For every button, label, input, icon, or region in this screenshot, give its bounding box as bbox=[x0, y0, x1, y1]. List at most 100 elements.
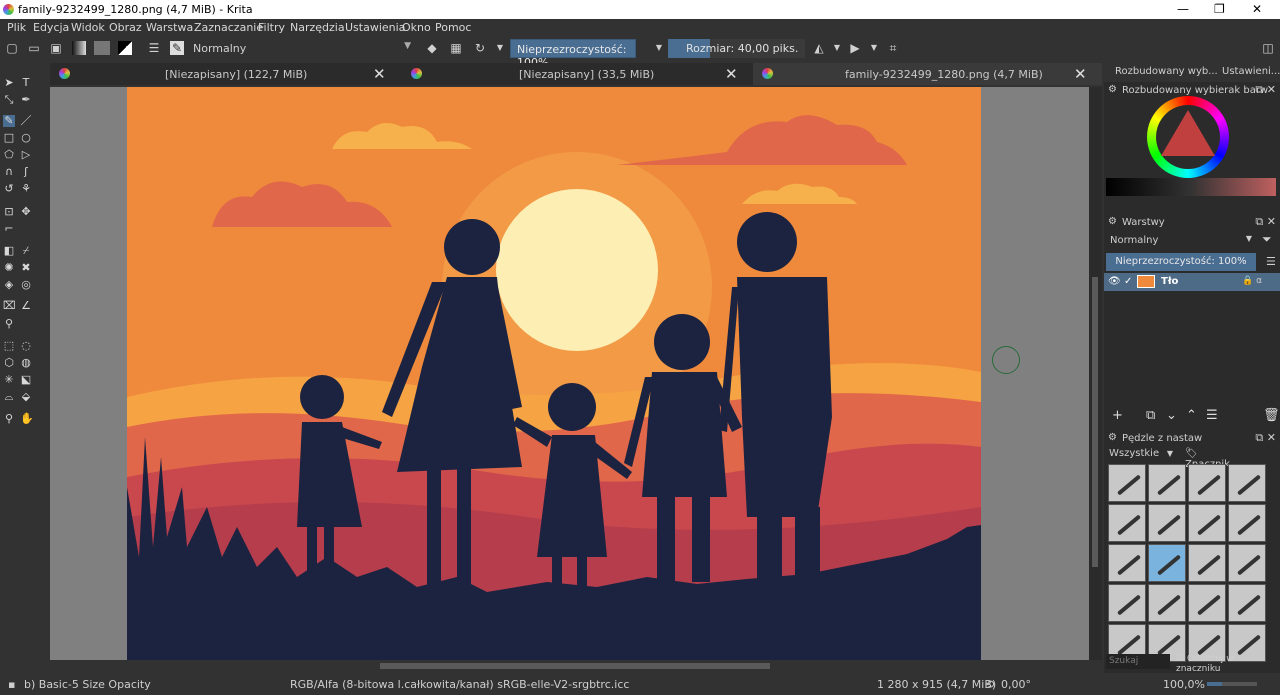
reference-tool-icon[interactable]: ⚲ bbox=[3, 318, 15, 330]
move-down-icon[interactable]: ⌄ bbox=[1166, 408, 1177, 423]
filter-in-tag-checkbox[interactable]: ☑ Odfiltruj w znaczniku bbox=[1176, 654, 1280, 674]
layer-properties-icon[interactable]: ☰ bbox=[1206, 408, 1218, 423]
close-icon[interactable]: ✕ bbox=[1252, 2, 1262, 16]
brush-preset[interactable] bbox=[1148, 504, 1186, 542]
bezier-select-icon[interactable]: ⌓ bbox=[3, 391, 15, 403]
add-layer-icon[interactable]: + bbox=[1112, 408, 1123, 423]
brush-settings-icon[interactable]: ☰ bbox=[147, 41, 161, 55]
gradient-tool-icon[interactable]: ◧ bbox=[3, 245, 15, 257]
similar-select-icon[interactable]: ⬕ bbox=[20, 374, 32, 386]
brush-preset[interactable] bbox=[1228, 464, 1266, 502]
color-gradient-bar[interactable] bbox=[1106, 178, 1276, 196]
brush-preset-icon[interactable]: ✎ bbox=[170, 41, 184, 55]
ellipse-tool-icon[interactable]: ○ bbox=[20, 132, 32, 144]
panel-controls[interactable]: ⧉ ✕ bbox=[1255, 431, 1276, 445]
canvas-area[interactable] bbox=[50, 87, 1089, 660]
save-icon[interactable]: ▣ bbox=[49, 41, 63, 55]
calligraphy-icon[interactable]: ✒ bbox=[20, 94, 32, 106]
fg-bg-color-icon[interactable] bbox=[118, 41, 132, 55]
brush-preset[interactable] bbox=[1108, 584, 1146, 622]
brush-preset[interactable] bbox=[1188, 584, 1226, 622]
brush-search-input[interactable]: Szukaj bbox=[1106, 654, 1170, 669]
checkbox-icon[interactable]: ✓ bbox=[1124, 276, 1132, 287]
tab-advanced-color-selector[interactable]: Rozbudowany wyb... bbox=[1115, 66, 1218, 77]
chevron-down-icon[interactable]: ▼ bbox=[830, 41, 844, 55]
menu-pomoc[interactable]: Pomoc bbox=[435, 21, 471, 34]
delete-layer-icon[interactable]: 🗑 bbox=[1263, 408, 1280, 423]
open-folder-icon[interactable]: ▭ bbox=[27, 41, 41, 55]
panel-controls[interactable]: ⧉ ✕ bbox=[1255, 215, 1276, 229]
brush-preset-selected[interactable] bbox=[1148, 544, 1186, 582]
menu-obraz[interactable]: Obraz bbox=[109, 21, 142, 34]
brush-preset[interactable] bbox=[1148, 584, 1186, 622]
chevron-down-icon[interactable]: ▼ bbox=[652, 41, 666, 55]
contiguous-select-icon[interactable]: ✳ bbox=[3, 374, 15, 386]
wrap-around-icon[interactable]: ⌗ bbox=[886, 41, 900, 55]
gear-icon[interactable]: ⚙ bbox=[1108, 84, 1117, 95]
smart-patch-icon[interactable]: ✖ bbox=[20, 262, 32, 274]
menu-filtry[interactable]: Filtry bbox=[258, 21, 285, 34]
rotation-icon[interactable]: ⟲ bbox=[985, 678, 994, 691]
new-document-icon[interactable]: ▢ bbox=[5, 41, 19, 55]
brush-preset[interactable] bbox=[1228, 544, 1266, 582]
dynamic-brush-icon[interactable]: ↺ bbox=[3, 183, 15, 195]
brush-preset[interactable] bbox=[1108, 464, 1146, 502]
checkbox-icon[interactable]: ☑ bbox=[1176, 654, 1184, 664]
layer-opacity-slider[interactable]: Nieprzezroczystość: 100% bbox=[1106, 253, 1256, 271]
brush-preset[interactable] bbox=[1228, 504, 1266, 542]
polygon-tool-icon[interactable]: ⬠ bbox=[3, 149, 15, 161]
pan-tool-icon[interactable]: ✋ bbox=[20, 413, 34, 425]
assistant-tool-icon[interactable]: ⌧ bbox=[3, 300, 16, 312]
brush-filter-select[interactable]: Wszystkie ▼ bbox=[1106, 446, 1176, 462]
duplicate-layer-icon[interactable]: ⧉ bbox=[1146, 408, 1155, 423]
brush-preset[interactable] bbox=[1228, 584, 1266, 622]
blend-mode-select[interactable]: Normalny ▼ bbox=[189, 40, 414, 57]
pattern-icon[interactable] bbox=[94, 41, 110, 55]
crop-tool-icon[interactable]: ⌐ bbox=[3, 223, 15, 235]
menu-narzedzia[interactable]: Narzędzia bbox=[290, 21, 345, 34]
filter-icon[interactable]: ⏷ bbox=[1262, 232, 1272, 247]
tab-document-3[interactable]: family-9232499_1280.png (4,7 MiB) ✕ bbox=[753, 63, 1102, 85]
brush-preset[interactable] bbox=[1108, 504, 1146, 542]
reload-preset-icon[interactable]: ↻ bbox=[473, 41, 487, 55]
scroll-thumb[interactable] bbox=[380, 663, 770, 669]
bezier-tool-icon[interactable]: ∩ bbox=[3, 166, 15, 178]
brush-preset[interactable] bbox=[1188, 504, 1226, 542]
menu-okno[interactable]: Okno bbox=[402, 21, 431, 34]
layer-row[interactable]: 👁 ✓ Tło 🔒 α bbox=[1104, 273, 1280, 291]
layer-blend-select[interactable]: Normalny ▼ bbox=[1106, 232, 1256, 249]
freehand-brush-icon[interactable]: ✎ bbox=[3, 115, 15, 127]
close-tab-icon[interactable]: ✕ bbox=[725, 65, 738, 83]
gradient-icon[interactable] bbox=[72, 41, 86, 55]
maximize-icon[interactable]: ❐ bbox=[1214, 2, 1225, 16]
panel-controls[interactable]: ⧉ ✕ bbox=[1255, 83, 1276, 97]
close-tab-icon[interactable]: ✕ bbox=[1074, 65, 1087, 83]
artwork-canvas[interactable] bbox=[127, 87, 981, 660]
visibility-icon[interactable]: 👁 bbox=[1108, 276, 1121, 287]
tab-document-1[interactable]: [Niezapisany] (122,7 MiB) ✕ bbox=[50, 63, 400, 85]
rect-select-icon[interactable]: ⬚ bbox=[3, 340, 15, 352]
polygon-select-icon[interactable]: ⬡ bbox=[3, 357, 15, 369]
tab-document-2[interactable]: [Niezapisany] (33,5 MiB) ✕ bbox=[402, 63, 752, 85]
workspace-icon[interactable]: ◫ bbox=[1261, 41, 1275, 55]
opacity-slider[interactable]: Nieprzezroczystość: 100% bbox=[510, 39, 636, 69]
horizontal-scrollbar[interactable] bbox=[50, 660, 1089, 672]
line-tool-icon[interactable]: ／ bbox=[20, 115, 32, 127]
color-picker-icon[interactable]: ⌿ bbox=[20, 245, 32, 257]
size-slider[interactable]: Rozmiar: 40,00 piks. bbox=[668, 39, 805, 58]
mirror-vertical-icon[interactable]: ▶ bbox=[848, 41, 862, 55]
crop-transform-icon[interactable]: ⊡ bbox=[3, 206, 15, 218]
menu-edycja[interactable]: Edycja bbox=[33, 21, 69, 34]
brush-preset[interactable] bbox=[1108, 544, 1146, 582]
menu-warstwa[interactable]: Warstwa bbox=[146, 21, 193, 34]
gear-icon[interactable]: ⚙ bbox=[1108, 432, 1117, 443]
select-shapes-icon[interactable]: ➤ bbox=[3, 77, 15, 89]
brush-preset[interactable] bbox=[1148, 464, 1186, 502]
ellipse-select-icon[interactable]: ◌ bbox=[20, 340, 32, 352]
close-tab-icon[interactable]: ✕ bbox=[373, 65, 386, 83]
alpha-lock-icon[interactable]: ▦ bbox=[449, 41, 463, 55]
colorize-mask-icon[interactable]: ✺ bbox=[3, 262, 15, 274]
brush-preset[interactable] bbox=[1188, 464, 1226, 502]
move-tool-icon[interactable]: ✥ bbox=[20, 206, 32, 218]
rectangle-tool-icon[interactable]: □ bbox=[3, 132, 15, 144]
